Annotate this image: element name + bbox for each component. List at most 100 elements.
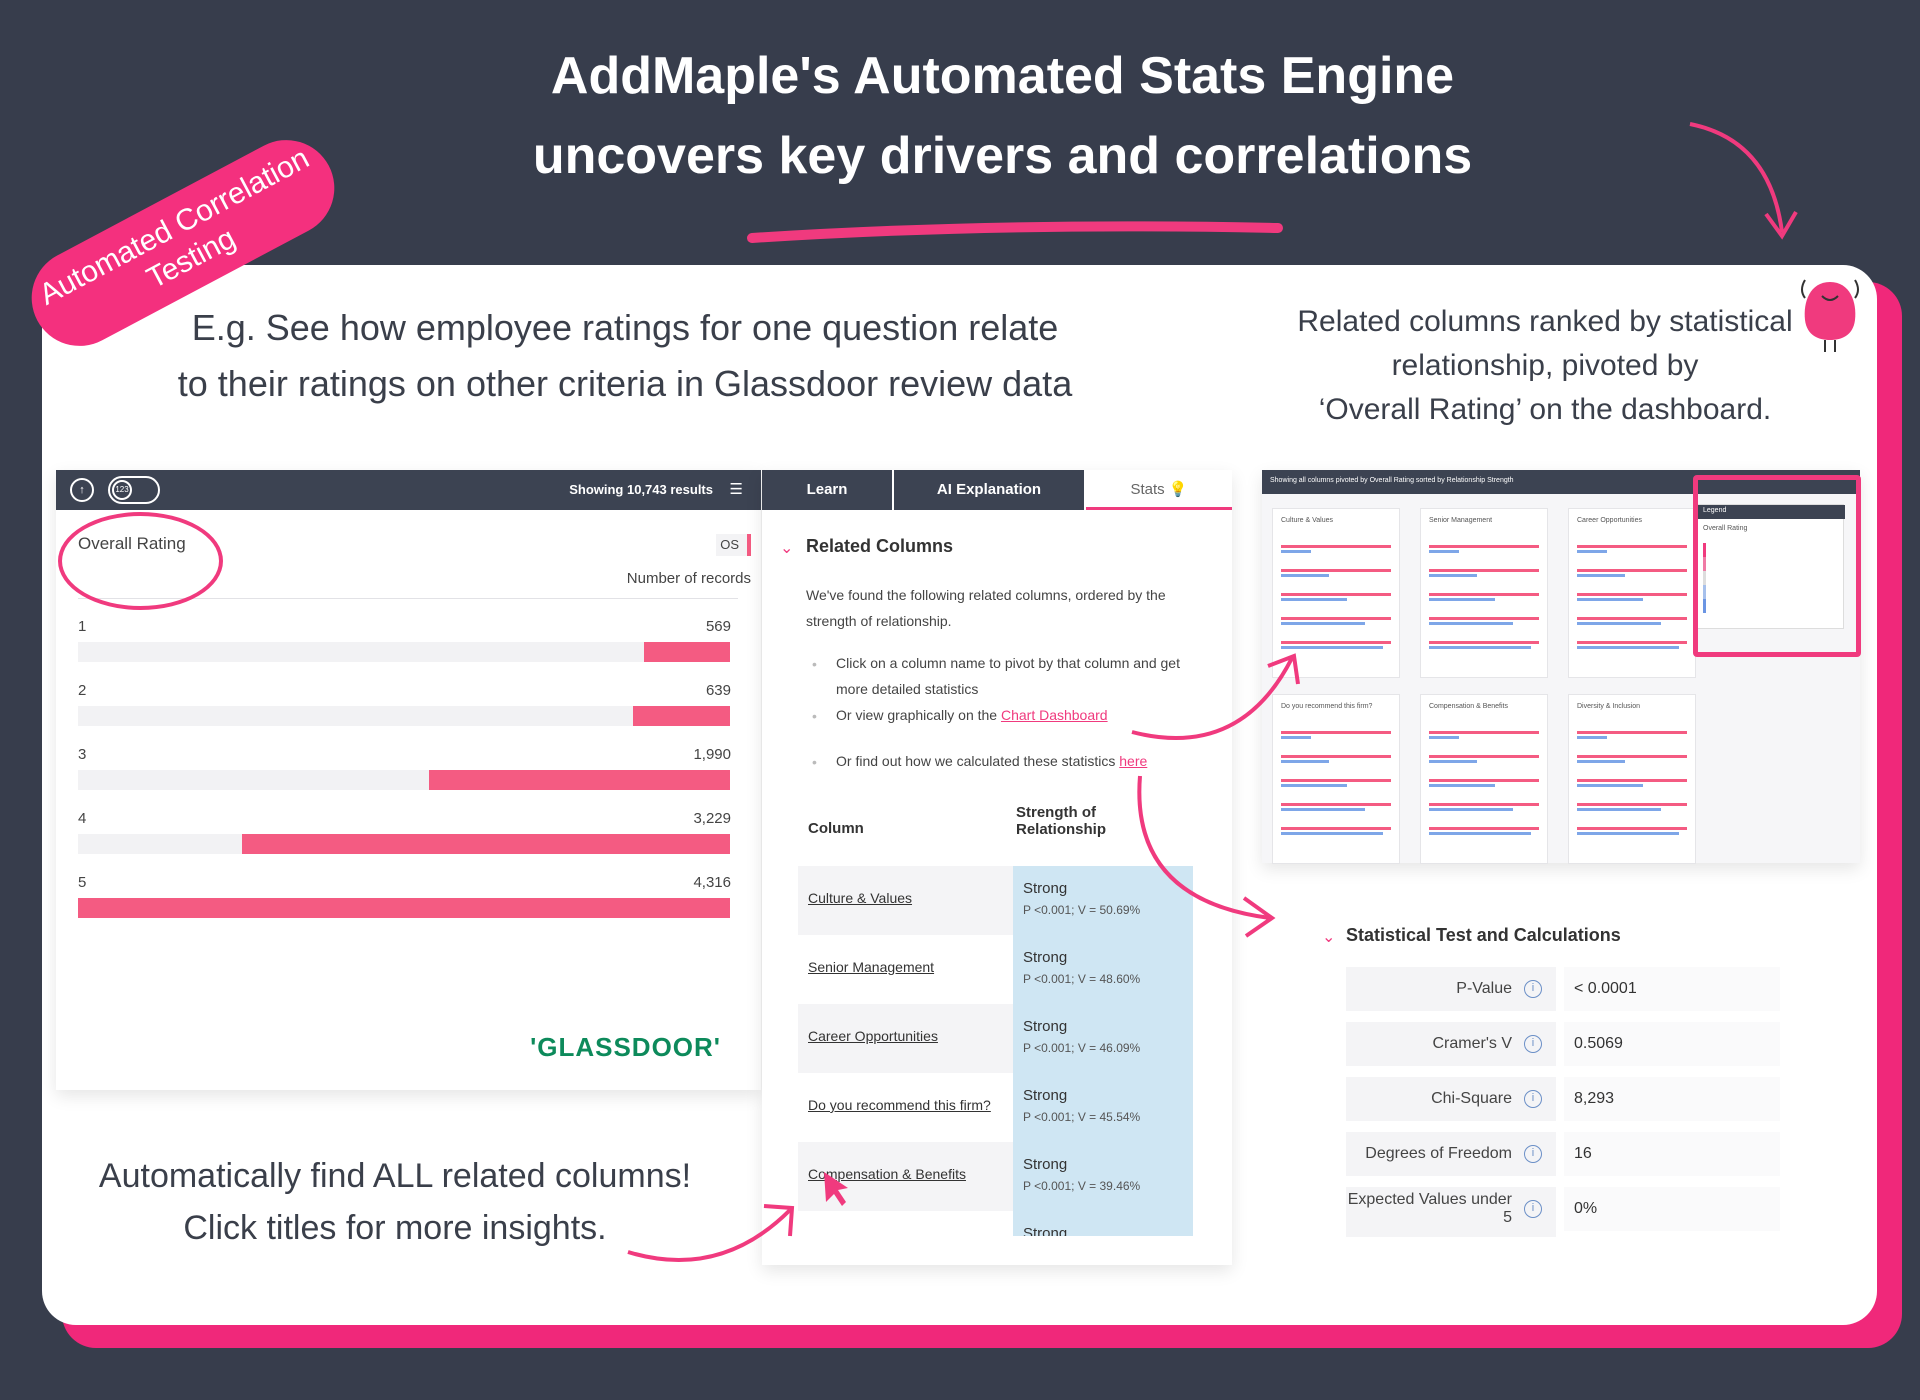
bar-track xyxy=(78,770,730,790)
example-caption: E.g. See how employee ratings for one qu… xyxy=(130,300,1120,412)
mini-bar xyxy=(1429,646,1531,649)
calculation-link[interactable]: here xyxy=(1119,753,1147,769)
tab-stats[interactable]: Stats 💡 xyxy=(1086,470,1232,510)
strength-cell: Strong P <0.001; V = 50.69% xyxy=(1013,866,1193,935)
dashboard-card[interactable]: Compensation & Benefits xyxy=(1420,694,1548,864)
mini-bar xyxy=(1429,827,1539,830)
strength-cell: Strong P <0.001; V = 48.60% xyxy=(1013,935,1193,1004)
stat-label: Chi-Square xyxy=(1431,1090,1512,1107)
example-caption-line-2: to their ratings on other criteria in Gl… xyxy=(177,363,1073,404)
ranked-caption: Related columns ranked by statistical re… xyxy=(1285,300,1805,432)
mini-bar xyxy=(1429,784,1495,787)
dashboard-card[interactable]: Senior Management xyxy=(1420,508,1548,678)
dashboard-card[interactable]: Diversity & Inclusion xyxy=(1568,694,1696,864)
chevron-down-icon[interactable]: ⌄ xyxy=(780,538,793,558)
strength-stat: P <0.001; V = 45.54% xyxy=(1023,1110,1141,1124)
related-column-link[interactable]: Compensation & Benefits xyxy=(808,1166,966,1182)
bar-category-label: 3 xyxy=(78,746,87,763)
related-column-link[interactable]: Senior Management xyxy=(808,959,934,975)
related-intro: We've found the following related column… xyxy=(806,587,1166,629)
results-count: Showing 10,743 results xyxy=(569,482,713,497)
mini-bar xyxy=(1281,760,1329,763)
mini-bar xyxy=(1429,569,1539,572)
stat-value: < 0.0001 xyxy=(1564,967,1780,1011)
filter-icon[interactable]: ☰ xyxy=(730,480,743,498)
info-icon[interactable]: i xyxy=(1524,1035,1542,1053)
strength-cell: Strong P <0.001; V = 45.54% xyxy=(1013,1073,1193,1142)
mini-bar xyxy=(1429,736,1459,739)
mini-bar xyxy=(1281,646,1383,649)
mini-bar xyxy=(1577,760,1625,763)
stat-label: Degrees of Freedom xyxy=(1365,1145,1512,1162)
headline-line-1: AddMaple's Automated Stats Engine xyxy=(550,47,1455,105)
related-column-link[interactable]: Diversity & Inclusion xyxy=(808,1235,934,1236)
stat-label-cell: Cramer's V i xyxy=(1346,1022,1556,1066)
dashboard-card-title: Senior Management xyxy=(1429,517,1493,524)
related-column-link[interactable]: Career Opportunities xyxy=(808,1028,938,1044)
mini-bar xyxy=(1281,598,1347,601)
info-icon[interactable]: i xyxy=(1524,1200,1542,1218)
bar-track xyxy=(78,834,730,854)
ranked-caption-line-2: relationship, pivoted by xyxy=(1391,349,1699,382)
mini-bar xyxy=(1429,550,1459,553)
chevron-down-icon[interactable]: ⌄ xyxy=(1322,927,1335,947)
tab-ai-explanation[interactable]: AI Explanation xyxy=(894,470,1084,510)
mini-bar xyxy=(1577,617,1687,620)
dashboard-card-title: Compensation & Benefits xyxy=(1429,703,1508,710)
info-icon[interactable]: i xyxy=(1524,1090,1542,1108)
stat-label: Cramer's V xyxy=(1432,1035,1512,1052)
stat-value: 0.5069 xyxy=(1564,1022,1780,1066)
mini-bar xyxy=(1577,545,1687,548)
column-header: Column xyxy=(808,820,864,837)
mini-bar xyxy=(1281,832,1383,835)
auto-caption-line-2: Click titles for more insights. xyxy=(183,1209,607,1247)
statistical-test-panel: ⌄ Statistical Test and Calculations P-Va… xyxy=(1322,905,1790,1285)
mini-bar xyxy=(1577,622,1661,625)
numeric-toggle[interactable]: 123 xyxy=(108,476,160,504)
mini-bar xyxy=(1281,755,1391,758)
os-tag: OS xyxy=(716,534,751,556)
dashboard-card[interactable]: Career Opportunities xyxy=(1568,508,1696,678)
strength-label: Strong xyxy=(1023,1087,1068,1104)
mini-bar xyxy=(1429,808,1513,811)
mini-bar xyxy=(1429,832,1531,835)
bar-value-label: 1,990 xyxy=(693,746,731,763)
auto-find-caption: Automatically find ALL related columns! … xyxy=(60,1150,730,1254)
bar xyxy=(242,834,730,854)
related-column-link[interactable]: Culture & Values xyxy=(808,890,912,906)
related-column-link[interactable]: Do you recommend this firm? xyxy=(808,1097,991,1113)
bar-category-label: 2 xyxy=(78,682,87,699)
strength-label: Strong xyxy=(1023,880,1068,897)
dashboard-card[interactable]: Do you recommend this firm? xyxy=(1272,694,1400,864)
mini-bar xyxy=(1281,593,1391,596)
mini-bar xyxy=(1577,598,1643,601)
bar-category-label: 5 xyxy=(78,874,87,891)
mini-bar xyxy=(1577,731,1687,734)
stat-value: 0% xyxy=(1564,1187,1780,1231)
mini-bar xyxy=(1577,641,1687,644)
stat-label-cell: P-Value i xyxy=(1346,967,1556,1011)
mini-bar xyxy=(1577,593,1687,596)
strength-header-line-2: Relationship xyxy=(1016,821,1107,838)
mini-bar xyxy=(1577,803,1687,806)
chart-dashboard-link[interactable]: Chart Dashboard xyxy=(1001,707,1108,723)
mini-bar xyxy=(1429,598,1495,601)
bar-value-label: 4,316 xyxy=(693,874,731,891)
tab-learn[interactable]: Learn xyxy=(762,470,892,510)
bar xyxy=(78,898,730,918)
stat-label: P-Value xyxy=(1456,980,1512,997)
glassdoor-logo: 'GLASSDOOR' xyxy=(530,1032,721,1062)
upload-icon[interactable]: ↑ xyxy=(70,478,94,502)
mini-bar xyxy=(1429,622,1513,625)
info-icon[interactable]: i xyxy=(1524,980,1542,998)
info-icon[interactable]: i xyxy=(1524,1145,1542,1163)
mini-bar xyxy=(1577,646,1679,649)
related-columns-heading: Related Columns xyxy=(806,536,954,556)
strength-cell: Strong xyxy=(1013,1211,1193,1236)
bullet-calc-text: Or find out how we calculated these stat… xyxy=(836,748,1216,774)
strength-stat: P <0.001; V = 46.09% xyxy=(1023,1041,1141,1055)
dashboard-card[interactable]: Culture & Values xyxy=(1272,508,1400,678)
bar-value-label: 639 xyxy=(705,682,731,699)
mini-bar xyxy=(1281,574,1329,577)
bar-category-label: 1 xyxy=(78,618,87,635)
